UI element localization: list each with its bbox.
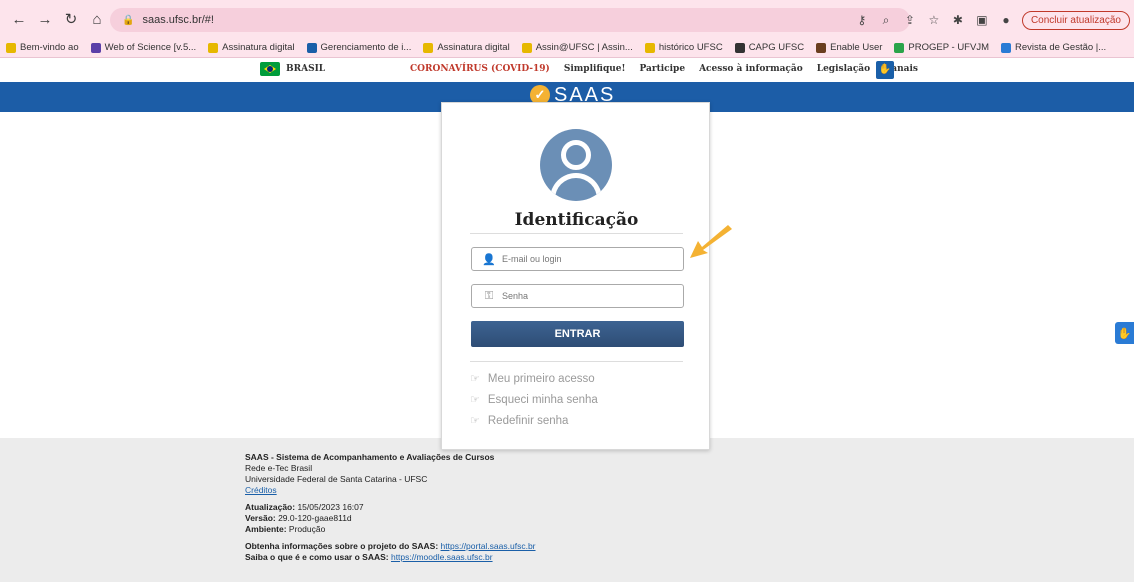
gov-link[interactable]: Acesso à informação [699,64,803,74]
bookmark-item[interactable]: Gerenciamento de i... [306,42,411,53]
footer-text: SAAS - Sistema de Acompanhamento e Avali… [245,452,536,563]
bookmark-item[interactable]: Revista de Gestão |... [1001,42,1106,53]
bookmark-icon [816,42,827,53]
bookmark-icon [521,42,532,53]
updated-row: Atualização: 15/05/2023 16:07 [245,502,364,512]
zoom-icon[interactable]: ⌕ [878,13,894,28]
bookmark-item[interactable]: CAPG UFSC [734,42,804,53]
forward-icon[interactable]: → [34,8,56,30]
profile-icon[interactable]: ● [998,13,1014,27]
key-icon: ⚿ [484,289,494,302]
howto-row: Saiba o que é e como usar o SAAS: https:… [245,552,493,562]
bookmark-item[interactable]: Assinatura digital [208,42,295,53]
password-field[interactable]: ⚿ Senha [471,284,684,308]
side-accessibility-icon[interactable]: ✋ [1115,322,1134,344]
email-placeholder: E-mail ou login [502,254,562,264]
credits-link[interactable]: Créditos [245,485,277,495]
bookmark-item[interactable]: Assin@UFSC | Assin... [521,42,633,53]
gov-links: CORONAVÍRUS (COVID-19) Simplifique! Partic… [410,64,918,74]
browser-actions: ⚷ ⌕ ⇪ ☆ ✱ ▣ ● Concluir atualização [854,8,1134,32]
star-icon[interactable]: ☆ [926,13,942,27]
first-access-link[interactable]: ☞ Meu primeiro acesso [470,372,595,386]
brazil-flag-icon[interactable] [260,62,280,76]
pointing-hand-icon: ☞ [470,373,480,385]
bookmark-icon [6,42,16,53]
bookmark-icon [734,42,745,53]
env-row: Ambiente: Produção [245,524,326,534]
bookmark-icon [644,42,655,53]
address-bar[interactable]: 🔒 saas.ufsc.br/#! [110,8,910,32]
user-avatar-icon [540,129,612,201]
back-icon[interactable]: ← [8,8,30,30]
update-button[interactable]: Concluir atualização [1021,10,1130,30]
login-title: Identificação [514,210,639,230]
home-icon[interactable]: ⌂ [86,8,108,30]
project-info-row: Obtenha informações sobre o projeto do S… [245,541,536,551]
forgot-password-link[interactable]: ☞ Esqueci minha senha [470,393,598,407]
reset-password-link[interactable]: ☞ Redefinir senha [470,414,568,428]
bookmark-item[interactable]: Enable User [816,42,882,53]
bookmark-icon [90,42,101,53]
share-icon[interactable]: ⇪ [902,13,918,27]
pointing-hand-icon: ☞ [470,415,480,427]
user-icon: 👤 [482,253,496,266]
gov-link[interactable]: Legislação [817,64,870,74]
email-field[interactable]: 👤 E-mail ou login [471,247,684,271]
pointer-arrow-icon [690,225,732,258]
gov-brasil-link[interactable]: BRASIL [286,64,325,74]
gov-link[interactable]: CORONAVÍRUS (COVID-19) [410,64,550,74]
system-title: SAAS - Sistema de Acompanhamento e Avali… [245,452,495,462]
bookmark-icon [208,42,219,53]
sidepanel-icon[interactable]: ▣ [974,13,990,27]
divider [470,361,683,362]
divider [470,233,683,234]
key-icon[interactable]: ⚷ [854,13,870,27]
bookmark-item[interactable]: Assinatura digital [423,42,510,53]
reload-icon[interactable]: ↻ [60,8,82,30]
bookmark-item[interactable]: Web of Science [v.5... [90,42,196,53]
portal-link[interactable]: https://portal.saas.ufsc.br [441,541,536,551]
bookmark-item[interactable]: Bem-vindo ao [6,42,79,53]
bookmarks-bar: Bem-vindo ao Web of Science [v.5... Assina… [0,38,1134,58]
bookmark-icon [423,42,434,53]
lock-icon: 🔒 [122,14,135,26]
bookmark-icon [1001,42,1011,53]
version-row: Versão: 29.0-120-gaae811d [245,513,352,523]
bookmark-icon [306,42,317,53]
network-text: Rede e-Tec Brasil [245,463,313,473]
login-card: Identificação 👤 E-mail ou login ⚿ Senha … [441,102,710,450]
moodle-link[interactable]: https://moodle.saas.ufsc.br [391,552,493,562]
university-text: Universidade Federal de Santa Catarina -… [245,474,428,484]
gov-link[interactable]: Simplifique! [564,64,626,74]
bookmark-icon [894,42,905,53]
bookmark-item[interactable]: PROGEP - UFVJM [894,42,989,53]
password-placeholder: Senha [502,291,529,301]
pointing-hand-icon: ☞ [470,394,480,406]
url-text: saas.ufsc.br/#! [142,14,214,26]
footer: SAAS - Sistema de Acompanhamento e Avali… [0,438,1134,582]
gov-link[interactable]: Participe [639,64,685,74]
accessibility-icon[interactable]: ✋ [876,61,894,79]
bookmark-item[interactable]: histórico UFSC [644,42,723,53]
extensions-icon[interactable]: ✱ [950,13,966,27]
login-button[interactable]: ENTRAR [471,321,684,347]
gov-bar: BRASIL CORONAVÍRUS (COVID-19) Simplifique… [0,58,1134,82]
